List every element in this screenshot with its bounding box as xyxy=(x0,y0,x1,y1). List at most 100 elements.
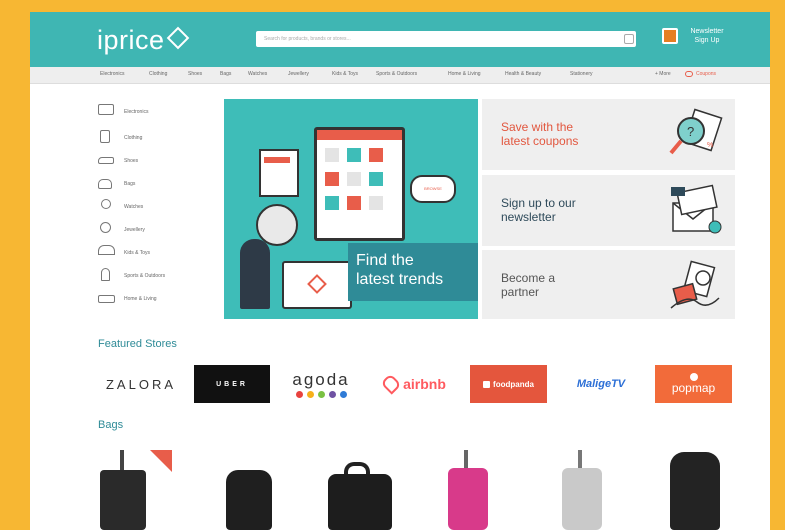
foodpanda-logo-icon xyxy=(483,380,491,388)
sidebar-item-jewellery[interactable]: Jewellery xyxy=(98,222,218,242)
sidebar-item-label: Electronics xyxy=(124,109,149,115)
newsletter-envelope-icon xyxy=(671,184,722,234)
sidebar-item-electronics[interactable]: Electronics xyxy=(98,104,218,124)
promo-line2: latest coupons xyxy=(501,134,579,148)
search-input[interactable] xyxy=(256,31,636,47)
running-icon xyxy=(101,268,110,281)
product-card[interactable] xyxy=(558,450,618,530)
sidebar-item-label: Jewellery xyxy=(124,227,145,233)
nav-item-home-living[interactable]: Home & Living xyxy=(448,71,481,77)
newsletter-promo-card[interactable]: Sign up to our newsletter xyxy=(482,175,735,246)
sidebar-item-shoes[interactable]: Shoes xyxy=(98,153,218,173)
agoda-wordmark: agoda xyxy=(292,370,350,389)
laptop-bag-image xyxy=(328,474,392,530)
airbnb-logo-icon xyxy=(380,373,402,395)
store-popmap[interactable]: popmap xyxy=(655,365,732,403)
envelope-icon[interactable] xyxy=(662,28,678,44)
sidebar-item-label: Watches xyxy=(124,204,144,210)
webpage-illustration xyxy=(314,127,405,241)
shopper-illustration xyxy=(240,239,270,309)
black-suitcase-image xyxy=(100,470,146,530)
store-zalora[interactable]: ZALORA xyxy=(98,365,184,403)
sale-ribbon-icon xyxy=(150,450,172,472)
search-icon[interactable] xyxy=(624,34,634,44)
rocking-horse-icon xyxy=(98,245,115,255)
airbnb-wordmark: airbnb xyxy=(403,376,446,392)
bags-section-title: Bags xyxy=(98,419,124,431)
shirt-icon xyxy=(100,130,110,143)
tag-icon xyxy=(307,274,327,294)
sidebar-item-bags[interactable]: Bags xyxy=(98,176,218,196)
coupons-promo-card[interactable]: Save with the latest coupons ? % xyxy=(482,99,735,170)
hero-caption-line2: latest trends xyxy=(356,271,444,288)
nav-item-watches[interactable]: Watches xyxy=(248,71,267,77)
nav-item-stationery[interactable]: Stationery xyxy=(570,71,593,77)
product-card[interactable] xyxy=(444,450,504,530)
trends-hero-banner[interactable]: BROWSE Find the latest trends xyxy=(224,99,478,319)
svg-text:?: ? xyxy=(687,124,694,139)
sidebar-item-label: Kids & Toys xyxy=(124,250,151,256)
newsletter-label: Newsletter xyxy=(690,28,724,35)
promo-line1: Become a xyxy=(501,271,556,285)
nav-more[interactable]: + More xyxy=(655,71,671,77)
sidebar-item-home-living[interactable]: Home & Living xyxy=(98,291,218,311)
foodpanda-wordmark: foodpanda xyxy=(493,379,534,389)
bed-icon xyxy=(98,295,115,303)
sidebar-item-watches[interactable]: Watches xyxy=(98,199,218,219)
pink-suitcase-image xyxy=(448,468,488,530)
sidebar-item-label: Clothing xyxy=(124,135,143,141)
sidebar-item-clothing[interactable]: Clothing xyxy=(98,130,218,150)
sidebar-item-label: Bags xyxy=(124,181,136,187)
bag-icon xyxy=(98,179,112,189)
nav-item-sports-outdoors[interactable]: Sports & Outdoors xyxy=(376,71,417,77)
store-uber[interactable]: UBER xyxy=(194,365,270,403)
sidebar-item-kids-toys[interactable]: Kids & Toys xyxy=(98,245,218,265)
store-agoda[interactable]: agoda xyxy=(280,365,362,403)
popmap-wordmark: popmap xyxy=(671,381,716,395)
category-nav: Electronics Clothing Shoes Bags Watches … xyxy=(30,67,770,84)
promo-line2: newsletter xyxy=(501,210,556,224)
watch-icon xyxy=(101,199,111,209)
signup-label: Sign Up xyxy=(694,37,720,44)
nav-item-shoes[interactable]: Shoes xyxy=(188,71,202,77)
sidebar-item-sports-outdoors[interactable]: Sports & Outdoors xyxy=(98,268,218,288)
ring-icon xyxy=(100,222,111,233)
silver-suitcase-image xyxy=(562,468,602,530)
svg-text:%: % xyxy=(707,142,713,149)
nav-coupons[interactable]: Coupons xyxy=(696,71,716,77)
tag-icon xyxy=(166,26,189,50)
product-card[interactable] xyxy=(328,450,408,530)
sidebar-item-label: Shoes xyxy=(124,158,139,164)
webpage: iprice Newsletter Sign Up Electronics Cl… xyxy=(30,12,770,530)
nav-item-bags[interactable]: Bags xyxy=(220,71,231,77)
store-maligetv[interactable]: MaligeTV xyxy=(558,365,644,403)
sidebar-item-label: Home & Living xyxy=(124,296,157,302)
coupon-icon xyxy=(685,71,693,77)
laptop-illustration xyxy=(282,261,352,309)
handshake-icon xyxy=(670,260,720,309)
product-card-illustration xyxy=(259,149,299,197)
promo-line2: partner xyxy=(501,285,540,299)
nav-item-electronics[interactable]: Electronics xyxy=(100,71,124,77)
black-backpack-image xyxy=(226,470,272,530)
laptop-icon xyxy=(98,104,114,115)
nav-item-kids-toys[interactable]: Kids & Toys xyxy=(332,71,358,77)
nav-item-jewellery[interactable]: Jewellery xyxy=(288,71,309,77)
coupons-promo-text: Save with the latest coupons xyxy=(501,120,621,148)
promo-line1: Sign up to our xyxy=(501,196,576,210)
newsletter-signup-link[interactable]: Newsletter Sign Up xyxy=(682,27,732,45)
product-card[interactable] xyxy=(98,450,178,530)
newsletter-promo-text: Sign up to our newsletter xyxy=(501,196,621,224)
store-foodpanda[interactable]: foodpanda xyxy=(470,365,547,403)
product-card[interactable] xyxy=(220,450,290,530)
store-airbnb[interactable]: airbnb xyxy=(372,365,458,403)
nav-item-clothing[interactable]: Clothing xyxy=(149,71,167,77)
coupon-magnifier-icon: ? % xyxy=(669,108,723,155)
hero-caption: Find the latest trends xyxy=(348,243,478,301)
logo-text: iprice xyxy=(97,25,165,55)
iprice-logo[interactable]: iprice xyxy=(97,25,189,56)
partner-promo-card[interactable]: Become a partner xyxy=(482,250,735,319)
product-card[interactable] xyxy=(666,450,726,530)
promo-line1: Save with the xyxy=(501,120,574,134)
nav-item-health-beauty[interactable]: Health & Beauty xyxy=(505,71,541,77)
